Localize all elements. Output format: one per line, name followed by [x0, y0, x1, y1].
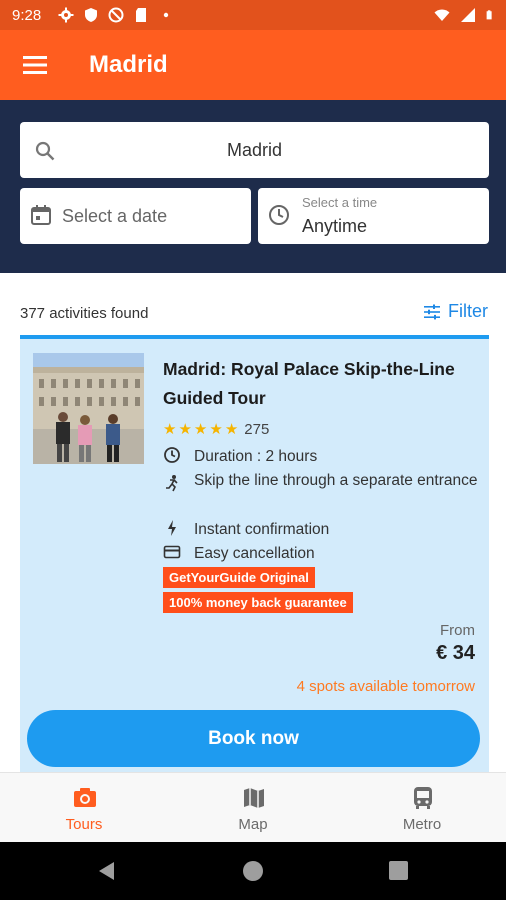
sd-card-icon	[136, 8, 146, 22]
feature-text: Skip the line through a separate entranc…	[194, 472, 478, 489]
nav-label: Map	[238, 816, 268, 833]
recents-icon[interactable]	[389, 861, 408, 880]
back-icon[interactable]	[96, 860, 118, 882]
camera-icon	[74, 788, 96, 807]
price-from-label: From	[440, 622, 475, 639]
star-icon: ★	[178, 421, 192, 438]
results-count: 377 activities found	[20, 305, 149, 322]
filter-icon	[424, 304, 440, 319]
feature-text: Easy cancellation	[194, 545, 315, 562]
rating: ★ ★ ★ ★ ★ 275	[163, 420, 270, 439]
search-input[interactable]: Madrid	[20, 122, 489, 178]
filter-button[interactable]: Filter	[424, 301, 488, 322]
nav-label: Tours	[65, 816, 103, 833]
royal-palace-photo	[33, 353, 144, 464]
filter-label: Filter	[448, 301, 488, 321]
bottom-nav: Tours Map Metro	[0, 772, 506, 842]
search-panel: Madrid Select a date Select a time Anyti…	[0, 100, 506, 273]
hamburger-menu-icon[interactable]	[22, 52, 48, 78]
star-icon: ★	[163, 421, 177, 438]
battery-icon	[486, 10, 492, 20]
feature-text: Duration : 2 hours	[194, 448, 318, 465]
star-icon: ★	[224, 421, 239, 438]
activity-title[interactable]: Madrid: Royal Palace Skip-the-Line Guide…	[163, 355, 479, 413]
nav-metro[interactable]: Metro	[338, 773, 506, 843]
date-picker[interactable]: Select a date	[20, 188, 251, 244]
time-picker[interactable]: Select a time Anytime	[258, 188, 489, 244]
date-placeholder: Select a date	[62, 206, 168, 226]
tag-original: GetYourGuide Original	[163, 567, 315, 588]
nav-tours[interactable]: Tours	[0, 773, 168, 843]
system-nav-bar	[0, 842, 506, 900]
runner-icon	[166, 475, 178, 492]
app-bar: Madrid	[0, 30, 506, 100]
credit-card-icon	[163, 545, 181, 559]
feature-text: Instant confirmation	[194, 521, 330, 538]
search-value: Madrid	[226, 140, 283, 160]
star-icon: ★	[193, 421, 208, 438]
status-time: 9:28	[12, 7, 42, 24]
shield-icon	[85, 8, 97, 22]
signal-icon	[461, 8, 475, 22]
activity-card[interactable]: Madrid: Royal Palace Skip-the-Line Guide…	[20, 335, 489, 775]
star-icon: ★	[209, 421, 223, 438]
status-bar: 9:28	[0, 0, 506, 30]
time-value: Anytime	[302, 216, 368, 236]
calendar-icon	[31, 205, 51, 225]
activity-thumbnail[interactable]	[33, 353, 144, 464]
status-right-icons	[434, 7, 496, 23]
map-icon	[244, 788, 264, 808]
book-now-button[interactable]: Book now	[27, 710, 480, 767]
lightning-icon	[168, 520, 176, 536]
nav-label: Metro	[402, 816, 442, 833]
price: € 34	[436, 642, 475, 664]
home-icon[interactable]	[243, 861, 263, 881]
review-count: 275	[244, 420, 270, 438]
nav-map[interactable]: Map	[169, 773, 337, 843]
wifi-icon	[434, 9, 450, 21]
status-left-icons	[58, 7, 174, 23]
gear-icon	[58, 7, 74, 23]
availability-text: 4 spots available tomorrow	[296, 678, 475, 695]
clock-icon	[269, 205, 289, 225]
no-sim-icon	[108, 7, 124, 23]
time-caption: Select a time	[302, 195, 378, 210]
results-header: 377 activities found Filter	[0, 273, 506, 335]
clock-icon	[164, 447, 180, 463]
tag-money-back: 100% money back guarantee	[163, 592, 353, 613]
page-title: Madrid	[89, 51, 168, 78]
dot-icon	[163, 12, 169, 18]
bus-icon	[414, 787, 432, 809]
